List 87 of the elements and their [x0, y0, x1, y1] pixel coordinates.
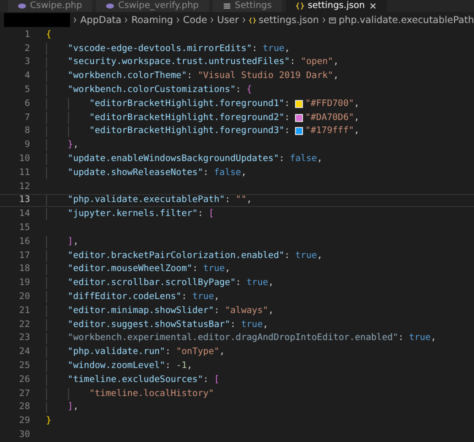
code-text: "php.validate.run": "onType",	[66, 347, 225, 358]
editor-tab[interactable]: Settings	[212, 0, 282, 12]
code-text: "timeline.localHistory"	[88, 388, 214, 399]
chevron-icon	[322, 16, 326, 24]
code-text: "editor.minimap.showSlider": "always",	[66, 306, 274, 316]
code-text: "vscode-edge-devtools.mirrorEdits": true,	[66, 44, 290, 54]
code-text: }	[46, 416, 52, 426]
code-text: "window.zoomLevel": -1,	[66, 361, 192, 372]
color-swatch[interactable]	[295, 100, 304, 108]
breadcrumb-item[interactable]: php.validate.executablePath	[338, 14, 474, 26]
code-text: "workbench.experimental.editor.dragAndDropIntoEditor.enabled": true,	[66, 333, 436, 344]
code-text: "workbench.colorCustomizations": {	[66, 85, 252, 96]
chevron-icon	[176, 16, 180, 24]
line-number: 14	[18, 209, 31, 220]
color-swatch[interactable]	[295, 127, 304, 136]
line-number: 29	[18, 416, 31, 426]
php-file-icon	[18, 2, 26, 10]
color-swatch[interactable]	[295, 114, 304, 122]
php-file-icon	[106, 2, 114, 10]
line-number: 28	[18, 402, 31, 412]
property-icon	[328, 16, 336, 24]
code-text: "editor.scrollbar.scrollByPage": true,	[66, 278, 274, 288]
code-text: "diffEditor.codeLens": true,	[66, 292, 220, 302]
code-text: "update.enableWindowsBackgroundUpdates": false,	[66, 154, 322, 164]
code-text: "#FFD700",	[305, 98, 360, 109]
code-text: "security.workspace.trust.untrustedFiles": "open",	[66, 57, 339, 68]
chevron-icon	[73, 16, 78, 24]
chevron-icon	[210, 16, 214, 24]
code-text: },	[66, 140, 79, 150]
code-text: "update.showReleaseNotes": false,	[66, 168, 246, 178]
line-number: 6	[24, 98, 31, 109]
line-number: 4	[24, 71, 31, 82]
braces-icon	[296, 2, 304, 10]
line-number: 1	[24, 30, 31, 40]
line-number: 2	[24, 44, 31, 54]
code-text: "workbench.colorTheme": "Visual Studio 2019 Dark",	[66, 71, 339, 82]
line-number: 21	[18, 306, 31, 316]
code-text: "editorBracketHighlight.foreground2":	[88, 112, 291, 123]
breadcrumb-item[interactable]: AppData	[80, 14, 122, 26]
close-icon[interactable]	[368, 2, 377, 10]
code-text: "php.validate.executablePath": "",	[66, 195, 252, 206]
braces-icon	[248, 16, 256, 24]
line-number: 22	[18, 320, 31, 330]
line-number: 12	[18, 182, 31, 192]
line-number: 19	[18, 278, 31, 288]
code-text: "#179fff",	[305, 126, 360, 136]
code-text: ],	[66, 402, 79, 412]
redaction-block	[4, 13, 70, 27]
code-text: "editorBracketHighlight.foreground3":	[88, 126, 291, 136]
editor-tab[interactable]: Cswipe_verify.php	[96, 0, 209, 12]
line-number: 27	[18, 388, 31, 399]
breadcrumb-item[interactable]: Code	[182, 14, 208, 26]
code-text: {	[46, 30, 52, 40]
line-number: 17	[18, 250, 31, 261]
editor-tab[interactable]: Cswipe.php	[8, 0, 92, 12]
chevron-icon	[124, 16, 128, 24]
breadcrumb-item[interactable]: User	[217, 14, 239, 26]
line-number: 8	[24, 126, 31, 136]
line-number: 24	[18, 347, 31, 358]
code-text: "editor.bracketPairColorization.enabled": true,	[66, 250, 322, 261]
code-text: "editor.mouseWheelZoom": true,	[66, 264, 230, 274]
line-number: 11	[18, 168, 31, 178]
lines-icon	[222, 2, 231, 10]
line-number: 10	[18, 154, 31, 164]
line-number: 9	[24, 140, 31, 150]
code-text: "#DA70D6",	[305, 112, 360, 123]
line-number: 23	[18, 333, 31, 344]
line-number: 3	[24, 57, 31, 68]
code-text: ],	[66, 236, 79, 247]
chevron-icon	[242, 16, 246, 24]
code-text: "jupyter.kernels.filter": [	[66, 209, 214, 220]
line-number: 16	[18, 236, 31, 247]
line-number: 18	[18, 264, 31, 274]
line-number: 25	[18, 361, 31, 372]
code-text: "editor.suggest.showStatusBar": true,	[66, 320, 268, 330]
line-number: 15	[18, 223, 31, 234]
line-number: 30	[18, 430, 31, 440]
line-number: 7	[24, 112, 31, 123]
line-number: 5	[24, 85, 31, 96]
line-number: 13	[18, 195, 31, 206]
line-number: 20	[18, 292, 31, 302]
line-number: 26	[18, 374, 31, 385]
code-text: "timeline.excludeSources": [	[66, 374, 220, 385]
breadcrumb-item[interactable]: Roaming	[131, 14, 174, 26]
breadcrumb-item[interactable]: settings.json	[258, 14, 319, 26]
code-text: "editorBracketHighlight.foreground1":	[88, 98, 291, 109]
editor-tab[interactable]: settings.json	[286, 0, 387, 12]
